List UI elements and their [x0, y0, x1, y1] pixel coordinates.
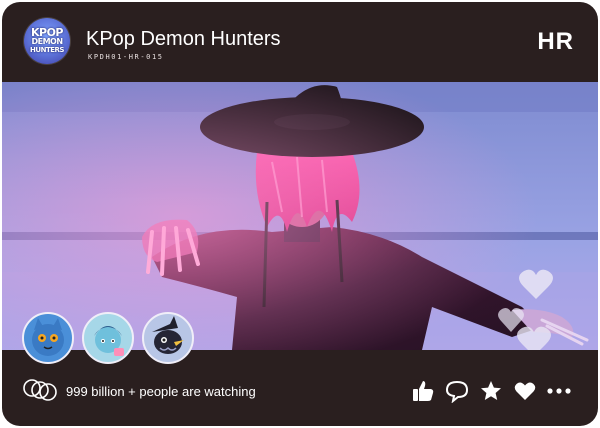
kpop-demon-hunters-logo: KPOP DEMON HUNTERS: [24, 18, 70, 64]
card-code: KPDH01-HR-015: [88, 53, 164, 61]
viewers-chat-icon: [22, 377, 58, 408]
chat-icon[interactable]: [442, 376, 472, 406]
logo-line-3: HUNTERS: [30, 45, 64, 54]
heart-icon[interactable]: [510, 376, 540, 406]
card-header: KPOP DEMON HUNTERS KPop Demon Hunters KP…: [2, 2, 598, 82]
logo-line-1: KPOP: [31, 25, 64, 39]
thumbs-up-icon[interactable]: [408, 376, 438, 406]
artwork-illustration: [2, 82, 598, 350]
action-bar: [408, 376, 578, 403]
card-title: KPop Demon Hunters: [86, 28, 281, 50]
star-icon[interactable]: [476, 376, 506, 406]
logo-line-2: DEMON: [31, 36, 63, 46]
more-icon[interactable]: [544, 376, 574, 406]
trading-card: KPOP DEMON HUNTERS KPop Demon Hunters KP…: [2, 2, 598, 426]
rarity-badge: HR: [537, 28, 574, 55]
character-artwork: [2, 82, 598, 350]
viewers-count-text: 999 billion + people are watching: [66, 384, 256, 399]
